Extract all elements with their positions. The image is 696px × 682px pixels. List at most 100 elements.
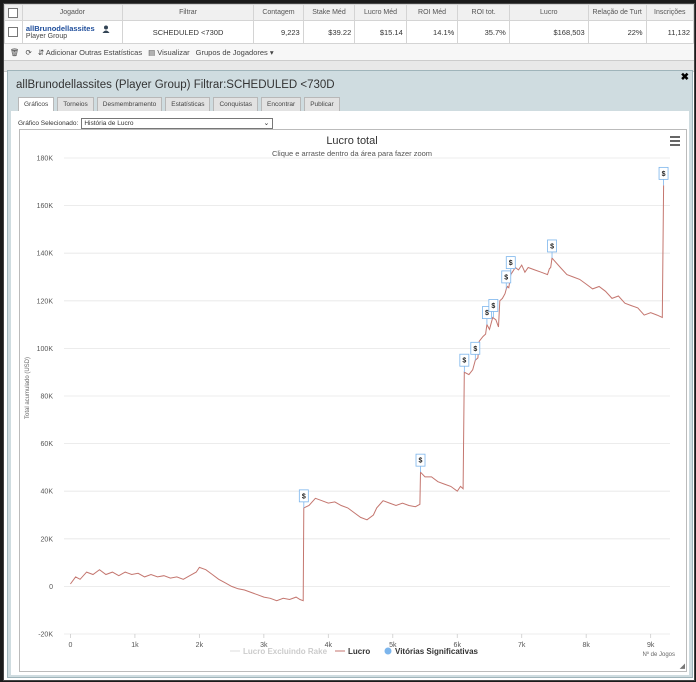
x-axis-label: Nº de Jogos bbox=[642, 651, 675, 658]
panel-tabs: Gráficos Torneios Desmembramento Estatís… bbox=[18, 97, 340, 111]
legend-item-significant-wins[interactable]: Vitórias Significativas bbox=[395, 647, 479, 656]
view-button[interactable]: ▤ Visualizar bbox=[148, 48, 190, 57]
player-name-link[interactable]: allBrunodellassites bbox=[26, 24, 95, 33]
significant-win-marker: $ bbox=[547, 239, 557, 258]
player-group-label: Player Group bbox=[25, 33, 68, 40]
marker-label: $ bbox=[550, 243, 554, 250]
panel-title: allBrunodellassites (Player Group) Filtr… bbox=[16, 79, 335, 91]
player-group-icon bbox=[102, 25, 110, 33]
tab-encontrar[interactable]: Encontrar bbox=[261, 97, 302, 111]
col-header-count[interactable]: Contagem bbox=[253, 4, 304, 21]
ratio-cell: 22% bbox=[587, 20, 647, 44]
y-tick-label: 180K bbox=[37, 156, 54, 163]
col-header-filter[interactable]: Filtrar bbox=[121, 4, 255, 21]
chart-container[interactable]: Lucro total Clique e arraste dentro da á… bbox=[19, 129, 687, 672]
chart-title: Lucro total bbox=[326, 135, 377, 147]
y-tick-label: 140K bbox=[37, 251, 54, 258]
count-cell: 9,223 bbox=[253, 20, 304, 44]
marker-label: $ bbox=[504, 274, 508, 281]
col-header-player[interactable]: Jogador bbox=[21, 4, 123, 21]
x-tick-label: 9k bbox=[647, 642, 655, 649]
chart-select-row: Gráfico Selecionado: História de Lucro ⌄ bbox=[18, 118, 274, 129]
marker-label: $ bbox=[473, 346, 477, 353]
close-icon[interactable]: ✖ bbox=[681, 72, 689, 83]
filter-cell: SCHEDULED <730D bbox=[121, 20, 255, 44]
select-all-cell[interactable] bbox=[4, 4, 23, 21]
col-header-ratio[interactable]: Relação de Turt bbox=[587, 4, 647, 21]
row-checkbox[interactable] bbox=[8, 27, 19, 37]
significant-win-marker: $ bbox=[459, 353, 470, 373]
tab-publicar[interactable]: Publicar bbox=[304, 97, 340, 111]
profit-chart[interactable]: Lucro total Clique e arraste dentro da á… bbox=[20, 130, 684, 669]
marker-label: $ bbox=[462, 358, 466, 365]
player-groups-dropdown[interactable]: Grupos de Jogadores ▾ bbox=[196, 48, 274, 57]
row-checkbox-cell[interactable] bbox=[4, 20, 23, 44]
y-tick-label: 100K bbox=[37, 346, 54, 353]
tot-roi-cell: 35.7% bbox=[457, 20, 510, 44]
select-all-checkbox[interactable] bbox=[8, 7, 19, 18]
col-header-avg-profit[interactable]: Lucro Méd bbox=[354, 4, 407, 21]
col-header-entries[interactable]: Inscrições bbox=[645, 4, 694, 21]
significant-win-marker: $ bbox=[298, 489, 309, 508]
grid-lines bbox=[64, 157, 670, 638]
x-tick-label: 1k bbox=[131, 642, 139, 649]
tab-content: Gráfico Selecionado: História de Lucro ⌄… bbox=[11, 111, 689, 675]
significant-win-marker: $ bbox=[658, 166, 669, 186]
player-panel: allBrunodellassites (Player Group) Filtr… bbox=[7, 70, 693, 678]
add-stats-label: Adicionar Outras Estatísticas bbox=[45, 47, 143, 57]
delete-icon[interactable]: 🗑 bbox=[10, 48, 20, 57]
view-label: Visualizar bbox=[157, 47, 190, 57]
tick-labels: -20K 0 20K 40K 60K 80K 100K 120K 140K 160K 180K 0 1k… bbox=[37, 156, 655, 650]
stats-table: Jogador Filtrar Contagem Stake Méd Lucro… bbox=[4, 4, 694, 44]
y-tick-label: 120K bbox=[37, 298, 54, 305]
marker-label: $ bbox=[491, 303, 495, 310]
tab-torneios[interactable]: Torneios bbox=[57, 97, 94, 111]
chart-subtitle: Clique e arraste dentro da área para faz… bbox=[272, 149, 432, 158]
stake-cell: $39.22 bbox=[302, 20, 356, 44]
y-tick-label: -20K bbox=[38, 632, 53, 639]
legend-item-lucro[interactable]: Lucro bbox=[348, 647, 370, 656]
col-header-avg-roi[interactable]: ROI Méd bbox=[405, 4, 459, 21]
y-tick-label: 0 bbox=[49, 584, 53, 591]
x-tick-label: 2k bbox=[196, 642, 204, 649]
marker-label: $ bbox=[419, 458, 423, 465]
legend-item-excl-rake[interactable]: Lucro Excluindo Rake bbox=[243, 647, 328, 656]
col-header-profit[interactable]: Lucro bbox=[508, 4, 589, 21]
x-tick-label: 8k bbox=[582, 642, 590, 649]
refresh-icon[interactable]: ⟳ bbox=[26, 48, 32, 57]
table-toolbar: 🗑 ⟳ ⇵ Adicionar Outras Estatísticas ▤ Vi… bbox=[4, 44, 694, 61]
y-axis-label: Total acumulado (USD) bbox=[25, 357, 31, 419]
significant-win-marker: $ bbox=[415, 453, 426, 473]
marker-label: $ bbox=[302, 493, 306, 500]
significant-win-marker: $ bbox=[470, 341, 481, 361]
resize-handle-icon[interactable]: ◢ bbox=[680, 662, 685, 670]
chart-select[interactable]: História de Lucro ⌄ bbox=[81, 118, 274, 129]
significant-win-markers: $$$$$$$$$$ bbox=[298, 166, 669, 508]
chart-select-value: História de Lucro bbox=[84, 120, 134, 127]
chart-select-label: Gráfico Selecionado: bbox=[18, 120, 79, 127]
y-tick-label: 80K bbox=[41, 394, 54, 401]
tab-desmembramento[interactable]: Desmembramento bbox=[96, 97, 163, 111]
y-tick-label: 40K bbox=[41, 489, 54, 496]
player-cell[interactable]: allBrunodellassites Player Group bbox=[21, 20, 123, 44]
col-header-tot-roi[interactable]: ROI tot. bbox=[457, 4, 510, 21]
chevron-down-icon: ⌄ bbox=[263, 120, 270, 127]
y-tick-label: 20K bbox=[41, 536, 54, 543]
add-stats-button[interactable]: ⇵ Adicionar Outras Estatísticas bbox=[38, 48, 142, 57]
tab-estatisticas[interactable]: Estatísticas bbox=[165, 97, 211, 111]
legend: Lucro Excluindo Rake Lucro Vitórias Sign… bbox=[230, 647, 479, 656]
profit-cell: $168,503 bbox=[508, 20, 589, 44]
col-header-stake[interactable]: Stake Méd bbox=[302, 4, 356, 21]
tab-conquistas[interactable]: Conquistas bbox=[213, 97, 259, 111]
app-frame: Jogador Filtrar Contagem Stake Méd Lucro… bbox=[3, 3, 695, 681]
y-tick-label: 160K bbox=[37, 203, 54, 210]
y-tick-label: 60K bbox=[41, 441, 54, 448]
marker-label: $ bbox=[662, 171, 666, 178]
marker-label: $ bbox=[509, 260, 513, 267]
x-tick-label: 0 bbox=[68, 642, 72, 649]
x-tick-label: 7k bbox=[518, 642, 526, 649]
tab-graficos[interactable]: Gráficos bbox=[18, 97, 55, 111]
table-header-row: Jogador Filtrar Contagem Stake Méd Lucro… bbox=[4, 4, 694, 21]
avg-profit-cell: $15.14 bbox=[354, 20, 407, 44]
table-row[interactable]: allBrunodellassites Player Group SCHEDUL… bbox=[4, 20, 694, 44]
